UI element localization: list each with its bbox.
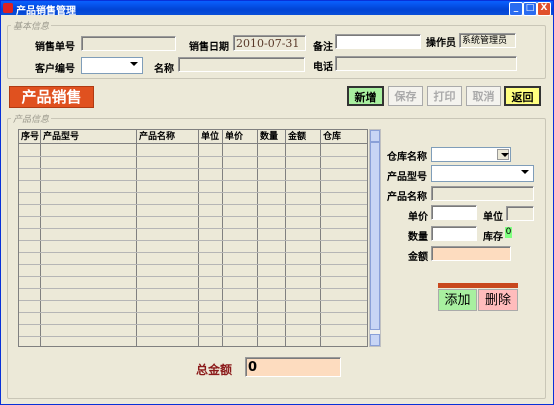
- phone-label: 电话: [313, 62, 333, 73]
- print-button[interactable]: 打印: [427, 86, 462, 106]
- column-header[interactable]: 仓库: [321, 130, 367, 144]
- chevron-down-icon[interactable]: [518, 167, 532, 178]
- table-row[interactable]: [19, 228, 367, 229]
- back-button[interactable]: 返回: [504, 86, 541, 106]
- scroll-thumb[interactable]: [370, 142, 380, 330]
- product-info-legend: 产品信息: [11, 112, 52, 125]
- sale-date-label: 销售日期: [189, 42, 229, 53]
- window-title: 产品销售管理: [16, 6, 76, 17]
- remark-field[interactable]: [335, 34, 421, 49]
- column-header[interactable]: 序号: [19, 130, 41, 144]
- table-row[interactable]: [19, 324, 367, 325]
- column-header[interactable]: 产品型号: [41, 130, 137, 144]
- table-row[interactable]: [19, 288, 367, 289]
- table-row[interactable]: [19, 300, 367, 301]
- grid-scrollbar[interactable]: [369, 129, 381, 347]
- warehouse-label: 仓库名称: [387, 152, 427, 163]
- table-row[interactable]: [19, 168, 367, 169]
- page-banner: 产品销售: [9, 86, 94, 108]
- customer-no-combo[interactable]: [81, 57, 143, 74]
- cancel-button[interactable]: 取消: [466, 86, 501, 106]
- app-icon: [3, 3, 13, 13]
- unit-price-field[interactable]: [431, 205, 477, 220]
- total-field: 0: [245, 357, 341, 377]
- column-header[interactable]: 数量: [258, 130, 286, 144]
- table-row[interactable]: [19, 252, 367, 253]
- stock-value: 0: [505, 227, 512, 238]
- chevron-down-icon[interactable]: [127, 59, 141, 70]
- name-label: 名称: [154, 64, 174, 75]
- action-bar-accent: [438, 283, 518, 288]
- table-row[interactable]: [19, 180, 367, 181]
- table-row[interactable]: [19, 192, 367, 193]
- product-grid[interactable]: 序号 产品型号 产品名称 单位 单价 数量 金额 仓库: [18, 129, 368, 347]
- warehouse-combo[interactable]: [431, 147, 511, 162]
- operator-field: 系统管理员: [459, 33, 516, 48]
- product-name-label: 产品名称: [387, 192, 427, 203]
- column-header[interactable]: 单位: [199, 130, 223, 144]
- amount-field: [431, 246, 511, 261]
- name-field[interactable]: [178, 57, 305, 72]
- grid-column-line: [222, 144, 223, 346]
- total-label: 总金额: [196, 363, 233, 377]
- grid-column-line: [257, 144, 258, 346]
- phone-field[interactable]: [335, 56, 517, 71]
- quantity-field[interactable]: [431, 226, 477, 241]
- table-row[interactable]: [19, 156, 367, 157]
- table-row[interactable]: [19, 216, 367, 217]
- grid-column-line: [198, 144, 199, 346]
- stock-label: 库存: [483, 232, 503, 243]
- unit-label: 单位: [483, 212, 503, 223]
- unit-field: [506, 206, 534, 221]
- basic-info-legend: 基本信息: [11, 19, 52, 32]
- scroll-up-icon[interactable]: [370, 130, 380, 142]
- maximize-button[interactable]: □: [523, 2, 537, 16]
- grid-column-line: [136, 144, 137, 346]
- sale-no-field[interactable]: [81, 36, 176, 51]
- title-bar[interactable]: 产品销售管理 _ □ X: [1, 1, 553, 17]
- grid-column-line: [320, 144, 321, 346]
- table-row[interactable]: [19, 264, 367, 265]
- sale-date-field[interactable]: 2010-07-31: [233, 35, 306, 51]
- quantity-label: 数量: [408, 232, 428, 243]
- grid-column-line: [285, 144, 286, 346]
- column-header[interactable]: 金额: [286, 130, 321, 144]
- unit-price-label: 单价: [408, 212, 428, 223]
- column-header[interactable]: 单价: [223, 130, 258, 144]
- column-header[interactable]: 产品名称: [137, 130, 199, 144]
- model-combo[interactable]: [431, 165, 534, 182]
- new-button[interactable]: 新增: [347, 86, 384, 106]
- grid-column-line: [40, 144, 41, 346]
- product-name-field: [431, 186, 534, 201]
- table-row[interactable]: [19, 312, 367, 313]
- operator-label: 操作员: [426, 38, 456, 49]
- app-window: 产品销售管理 _ □ X 基本信息 销售单号 销售日期 2010-07-31 备…: [0, 0, 554, 405]
- add-button[interactable]: 添加: [438, 289, 477, 311]
- table-row[interactable]: [19, 204, 367, 205]
- minimize-button[interactable]: _: [509, 2, 523, 16]
- scroll-down-icon[interactable]: [370, 334, 380, 346]
- close-button[interactable]: X: [537, 2, 551, 16]
- remark-label: 备注: [313, 42, 333, 53]
- table-row[interactable]: [19, 336, 367, 337]
- model-label: 产品型号: [387, 172, 427, 183]
- table-row[interactable]: [19, 240, 367, 241]
- save-button[interactable]: 保存: [388, 86, 423, 106]
- chevron-down-icon[interactable]: [497, 149, 509, 160]
- delete-button[interactable]: 删除: [478, 289, 518, 311]
- amount-label: 金额: [408, 252, 428, 263]
- table-row[interactable]: [19, 276, 367, 277]
- sale-no-label: 销售单号: [35, 42, 75, 53]
- customer-no-label: 客户编号: [35, 64, 75, 75]
